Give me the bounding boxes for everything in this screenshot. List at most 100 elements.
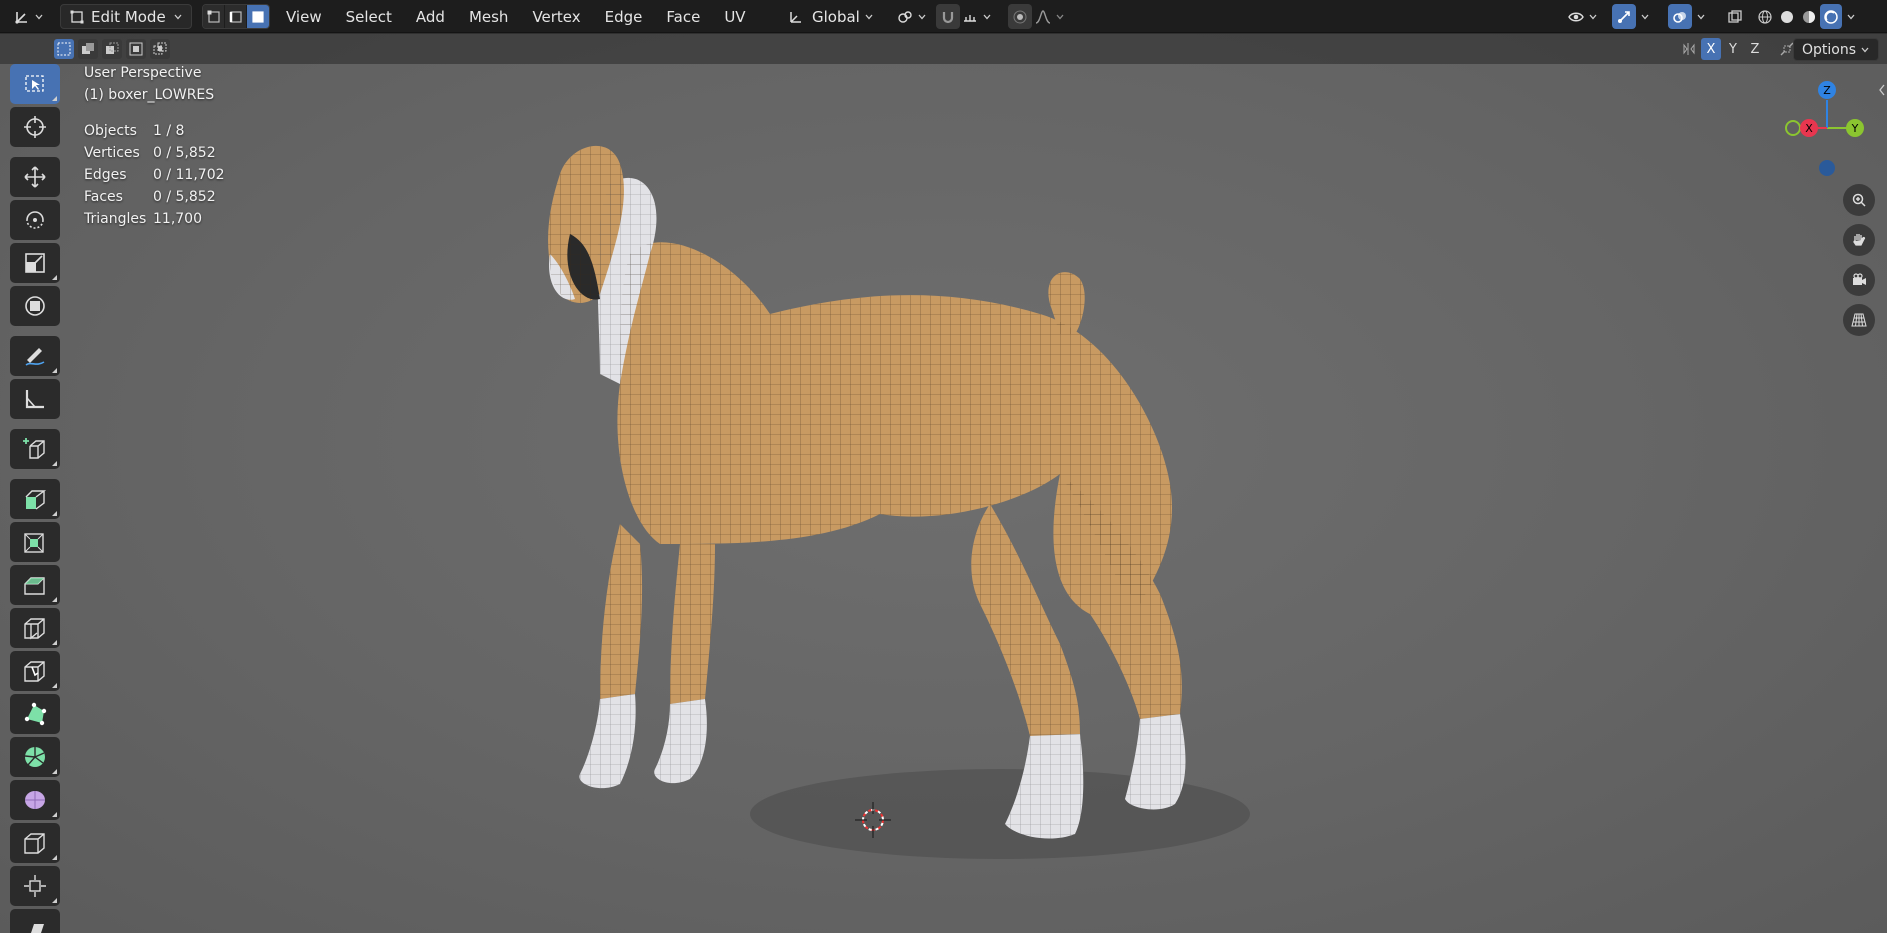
select-intersect-button[interactable] <box>150 39 170 59</box>
visibility-dropdown[interactable] <box>1568 4 1598 29</box>
menu-add[interactable]: Add <box>410 8 451 26</box>
sidebar-toggle-chevron-icon[interactable] <box>1877 82 1887 98</box>
tool-bevel[interactable] <box>10 565 60 605</box>
solid-shading-button[interactable] <box>1776 4 1798 29</box>
pivot-icon <box>898 10 912 23</box>
menu-select[interactable]: Select <box>340 8 398 26</box>
menu-uv[interactable]: UV <box>718 8 751 26</box>
tool-spin[interactable] <box>10 737 60 777</box>
boxer-dog-mesh[interactable] <box>520 124 1320 924</box>
tool-options-corner <box>52 898 57 903</box>
mirror-y-toggle[interactable]: Y <box>1723 38 1743 60</box>
move-icon <box>24 166 46 188</box>
chevron-down-icon <box>174 14 182 19</box>
vertex-select-icon <box>207 10 220 23</box>
menu-vertex[interactable]: Vertex <box>526 8 586 26</box>
tool-cursor[interactable] <box>10 107 60 147</box>
mode-dropdown[interactable]: Edit Mode <box>60 4 192 29</box>
chevron-down-icon[interactable] <box>1696 12 1706 22</box>
tool-rotate[interactable] <box>10 200 60 240</box>
face-select-icon <box>252 10 264 23</box>
transform-orientation-dropdown[interactable]: Global <box>788 4 888 29</box>
gizmo-toggle[interactable] <box>1612 4 1636 29</box>
neg-z-axis-handle[interactable] <box>1819 160 1835 176</box>
pan-button[interactable] <box>1843 224 1875 256</box>
tool-loop-cut[interactable] <box>10 608 60 648</box>
editor-type-button[interactable] <box>14 4 44 29</box>
active-object-name: (1) boxer_LOWRES <box>84 87 215 103</box>
tool-shear[interactable] <box>10 909 60 933</box>
wireframe-shading-button[interactable] <box>1754 4 1776 29</box>
falloff-dropdown[interactable] <box>1032 4 1068 29</box>
edit-mode-icon <box>70 10 84 23</box>
vertex-select-button[interactable] <box>203 5 225 28</box>
pivot-point-dropdown[interactable] <box>897 4 927 29</box>
mirror-x-toggle[interactable]: X <box>1701 38 1721 60</box>
overlay-controls <box>1668 4 1706 29</box>
tool-settings-bar: X Y Z Options <box>0 34 1887 64</box>
measure-ruler-icon <box>25 390 44 409</box>
tool-select-box[interactable] <box>10 64 60 104</box>
tool-poly-build[interactable] <box>10 694 60 734</box>
snap-controls <box>936 4 994 29</box>
face-select-button[interactable] <box>247 5 269 28</box>
mirror-z-toggle[interactable]: Z <box>1745 38 1765 60</box>
tool-annotate[interactable] <box>10 336 60 376</box>
tool-options-corner <box>52 640 57 645</box>
tool-transform[interactable] <box>10 286 60 326</box>
tool-smooth[interactable] <box>10 780 60 820</box>
overlay-toggle[interactable] <box>1668 4 1692 29</box>
tool-options-corner <box>52 96 57 101</box>
tool-options-corner <box>52 855 57 860</box>
menu-view[interactable]: View <box>280 8 328 26</box>
tool-options-corner <box>52 511 57 516</box>
edge-select-icon <box>229 10 242 23</box>
tool-scale[interactable] <box>10 243 60 283</box>
rendered-shading-button[interactable] <box>1820 4 1842 29</box>
grid-perspective-icon <box>1851 313 1867 327</box>
navigation-gizmo[interactable]: X Y Z <box>1767 74 1877 184</box>
chevron-down-icon[interactable] <box>1640 12 1650 22</box>
knife-icon <box>24 661 45 682</box>
select-invert-button[interactable] <box>126 39 146 59</box>
x-axis-handle[interactable]: X <box>1800 119 1818 137</box>
snap-toggle[interactable] <box>936 4 960 29</box>
proportional-edit-toggle[interactable] <box>1008 4 1032 29</box>
chevron-down-icon[interactable] <box>1846 12 1856 22</box>
stat-value: 1 / 8 <box>153 123 185 139</box>
tool-knife[interactable] <box>10 651 60 691</box>
mirror-toggle[interactable] <box>1679 38 1699 60</box>
options-dropdown[interactable]: Options <box>1792 38 1879 61</box>
camera-view-button[interactable] <box>1843 264 1875 296</box>
select-extend-button[interactable] <box>78 39 98 59</box>
tool-shrink-fatten[interactable] <box>10 866 60 906</box>
perspective-toggle-button[interactable] <box>1843 304 1875 336</box>
xray-toggle[interactable] <box>1724 4 1746 29</box>
menu-edge[interactable]: Edge <box>599 8 649 26</box>
edge-select-button[interactable] <box>225 5 247 28</box>
tool-move[interactable] <box>10 157 60 197</box>
3d-cursor-icon[interactable] <box>853 800 893 840</box>
navigation-buttons <box>1843 184 1875 336</box>
snap-target-dropdown[interactable] <box>960 4 994 29</box>
neg-y-axis-handle[interactable] <box>1785 120 1801 136</box>
annotate-pencil-icon <box>25 348 45 366</box>
3d-viewport[interactable]: X Y Z Options User Perspective (1) boxer… <box>0 34 1887 933</box>
select-intersect-icon <box>153 42 167 55</box>
menu-mesh[interactable]: Mesh <box>463 8 515 26</box>
y-axis-handle[interactable]: Y <box>1846 119 1864 137</box>
z-axis-handle[interactable]: Z <box>1818 81 1836 99</box>
menu-face[interactable]: Face <box>660 8 706 26</box>
selection-mode-buttons <box>54 39 170 59</box>
select-new-button[interactable] <box>54 39 74 59</box>
tool-options-corner <box>52 368 57 373</box>
tool-extrude[interactable] <box>10 479 60 519</box>
tool-edge-slide[interactable] <box>10 823 60 863</box>
tool-measure[interactable] <box>10 379 60 419</box>
tool-inset[interactable] <box>10 522 60 562</box>
select-subtract-button[interactable] <box>102 39 122 59</box>
tool-add-cube[interactable] <box>10 429 60 469</box>
zoom-button[interactable] <box>1843 184 1875 216</box>
material-shading-button[interactable] <box>1798 4 1820 29</box>
gizmo-icon <box>1618 10 1630 23</box>
